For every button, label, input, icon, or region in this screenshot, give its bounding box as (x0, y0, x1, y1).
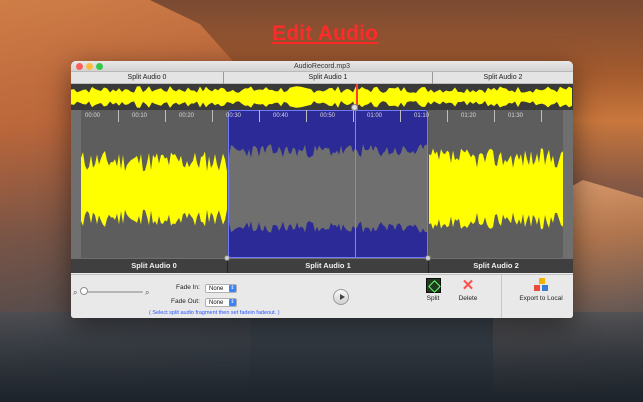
zoom-slider-thumb[interactable] (80, 287, 88, 295)
delete-x-icon: ✕ (461, 277, 475, 294)
split-label: Split (426, 295, 440, 302)
overview-label-0[interactable]: Split Audio 0 (71, 72, 223, 84)
timeline-tick (259, 110, 260, 122)
timeline-tick-label: 00:20 (179, 113, 195, 119)
timeline-tick-label: 01:00 (367, 113, 383, 119)
delete-label: Delete (458, 295, 478, 302)
play-icon (340, 294, 345, 300)
overview-waveform-graphic (71, 86, 572, 108)
chevron-updown-icon: ⇕ (229, 299, 236, 306)
timeline-tick (212, 110, 213, 122)
waveform-editor[interactable]: 00:00 00:10 00:20 00:30 00:40 00:50 01:00 01:10… (71, 104, 573, 262)
fade-out-label: Fade Out: (171, 298, 200, 305)
timeline-tick-label: 01:10 (414, 113, 430, 119)
fade-hint-text: ( Select split audio fragment then set f… (149, 310, 280, 316)
export-blocks-icon (533, 278, 549, 293)
segment-label-0[interactable]: Split Audio 0 (81, 259, 227, 273)
fade-in-select[interactable]: None ⇕ (205, 284, 237, 293)
export-button[interactable]: Export to Local (515, 278, 567, 302)
timeline-tick (306, 110, 307, 122)
split-button[interactable]: Split (423, 278, 443, 302)
timeline-tick-label: 00:10 (132, 113, 148, 119)
timeline-tick-label: 00:50 (320, 113, 336, 119)
app-window: AudioRecord.mp3 Split Audio 0 Split Audi… (71, 61, 573, 318)
timeline-tick-label: 01:30 (508, 113, 524, 119)
timeline-tick (165, 110, 166, 122)
magnifier-minus-icon[interactable]: ⌕ (73, 288, 77, 298)
overview-segment-labels: Split Audio 0 Split Audio 1 Split Audio … (71, 72, 573, 84)
title-bar[interactable]: AudioRecord.mp3 (71, 61, 573, 72)
timeline-tick-label: 01:20 (461, 113, 477, 119)
timeline-tick-label: 00:30 (226, 113, 242, 119)
playhead-handle[interactable] (351, 104, 358, 111)
export-label: Export to Local (519, 295, 563, 302)
playhead-line[interactable] (355, 110, 356, 258)
main-waveform-graphic (81, 144, 563, 233)
segment-label-2[interactable]: Split Audio 2 (429, 259, 563, 273)
play-button[interactable] (333, 289, 349, 305)
zoom-slider-track[interactable] (81, 291, 143, 293)
fade-out-value: None (209, 300, 224, 306)
split-icon (425, 278, 441, 293)
timeline-tick (353, 110, 354, 122)
overview-label-1[interactable]: Split Audio 1 (224, 72, 432, 84)
timeline-tick (447, 110, 448, 122)
delete-button[interactable]: ✕ Delete (456, 278, 480, 302)
magnifier-plus-icon[interactable]: ⌕ (145, 288, 149, 298)
timeline-tick (494, 110, 495, 122)
segment-label-bar: Split Audio 0 Split Audio 1 Split Audio … (71, 255, 573, 273)
timeline-tick (541, 110, 542, 122)
fade-in-value: None (209, 286, 224, 292)
fade-in-label: Fade In: (176, 284, 200, 291)
overview-label-2[interactable]: Split Audio 2 (433, 72, 573, 84)
timeline-tick (400, 110, 401, 122)
background-valley (0, 312, 643, 402)
overview-waveform[interactable] (71, 84, 573, 110)
timeline-tick (118, 110, 119, 122)
toolbar-separator (501, 275, 502, 318)
timeline-tick-label: 00:00 (85, 113, 101, 119)
bottom-controls: ⌕ ⌕ Fade In: None ⇕ Fade Out: None ⇕ ( S… (71, 274, 573, 318)
page-headline: Edit Audio (272, 22, 379, 45)
fade-out-select[interactable]: None ⇕ (205, 298, 237, 307)
window-title: AudioRecord.mp3 (293, 63, 351, 70)
zoom-control: ⌕ ⌕ (73, 287, 153, 297)
segment-label-1[interactable]: Split Audio 1 (228, 259, 428, 273)
chevron-updown-icon: ⇕ (229, 285, 236, 292)
timeline-tick-label: 00:40 (273, 113, 289, 119)
